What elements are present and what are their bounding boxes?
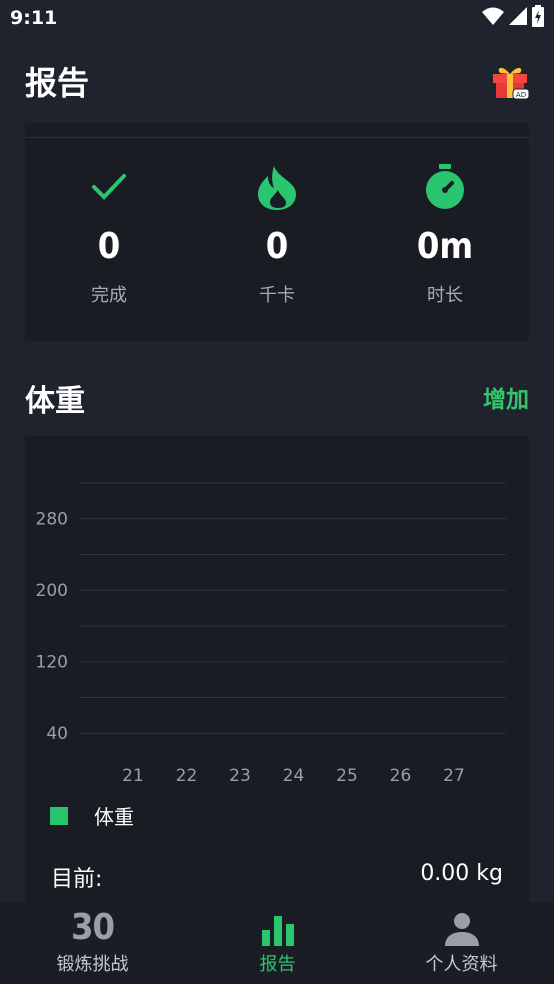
add-weight-button[interactable]: 增加 — [483, 380, 529, 414]
nav-item-workout-challenge[interactable]: 30 锻炼挑战 — [0, 902, 185, 984]
y-tick-label: 120 — [36, 653, 68, 673]
weight-section-title: 体重 — [25, 384, 85, 419]
x-tick-label: 21 — [122, 766, 144, 786]
stat-completed: 0 完成 — [34, 163, 184, 307]
signal-icon — [509, 7, 527, 29]
gift-ad-button[interactable]: AD — [490, 62, 530, 100]
challenge-30-icon: 30 — [0, 902, 185, 946]
nav-item-profile[interactable]: 个人资料 — [369, 902, 554, 984]
stopwatch-icon — [370, 163, 520, 211]
current-weight-label: 目前: — [51, 867, 103, 892]
status-icons — [482, 5, 544, 31]
x-tick-label: 26 — [390, 766, 412, 786]
x-tick-label: 25 — [336, 766, 358, 786]
challenge-badge: 30 — [70, 907, 115, 948]
nav-item-report[interactable]: 报告 — [185, 902, 370, 984]
x-tick-label: 27 — [443, 766, 465, 786]
y-tick-label: 280 — [36, 510, 68, 530]
chart-legend: 体重 — [50, 801, 134, 830]
nav-label: 报告 — [259, 954, 296, 975]
nav-label: 锻炼挑战 — [56, 954, 129, 975]
duration-label: 时长 — [427, 285, 463, 306]
flame-icon — [202, 163, 352, 211]
weight-chart: 40 120 200 280 21 22 23 24 25 26 27 — [36, 482, 506, 786]
x-tick-label: 23 — [229, 766, 251, 786]
weight-card: 40 120 200 280 21 22 23 24 25 26 27 体重 目前: 0.00 kg — [25, 436, 529, 936]
person-icon — [369, 902, 554, 946]
completed-value: 0 — [97, 226, 121, 267]
gift-badge: AD — [516, 91, 526, 99]
legend-label: 体重 — [94, 805, 134, 829]
stat-duration: 0m 时长 — [370, 163, 520, 307]
duration-value: 0m — [416, 226, 474, 267]
y-tick-label: 40 — [46, 724, 68, 744]
legend-swatch — [50, 806, 68, 825]
current-weight-row: 目前: 0.00 kg — [51, 861, 503, 893]
nav-label: 个人资料 — [425, 954, 498, 975]
bar-chart-icon — [185, 902, 370, 946]
divider — [25, 137, 529, 138]
calories-value: 0 — [265, 226, 289, 267]
bottom-nav: 30 锻炼挑战 报告 个人资料 — [0, 902, 554, 984]
completed-label: 完成 — [91, 285, 127, 306]
wifi-icon — [482, 7, 504, 29]
page-title: 报告 — [25, 64, 90, 102]
gift-icon: AD — [493, 67, 530, 100]
current-weight-value: 0.00 kg — [420, 861, 503, 886]
status-bar: 9:11 — [0, 0, 554, 38]
status-time: 9:11 — [10, 7, 58, 29]
x-tick-label: 24 — [283, 766, 305, 786]
check-icon — [34, 163, 184, 211]
battery-charging-icon — [532, 5, 544, 31]
summary-card: 0 完成 0 千卡 0m 时长 — [25, 123, 529, 341]
x-tick-label: 22 — [176, 766, 198, 786]
calories-label: 千卡 — [259, 285, 295, 306]
y-tick-label: 200 — [36, 581, 68, 601]
stat-calories: 0 千卡 — [202, 163, 352, 307]
